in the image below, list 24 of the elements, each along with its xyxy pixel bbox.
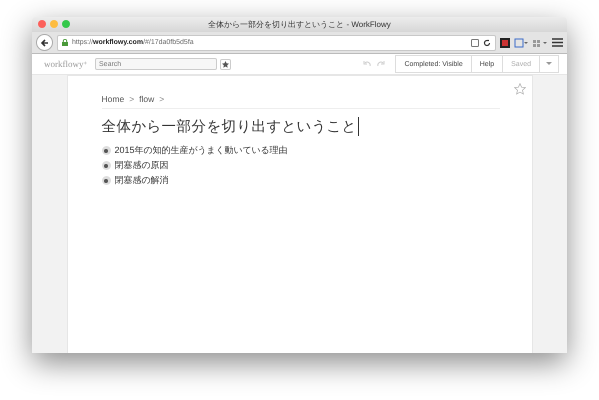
window-title: 全体から一部分を切り出すということ - WorkFlowy bbox=[208, 19, 391, 30]
reload-icon[interactable] bbox=[483, 38, 491, 46]
bullet-icon[interactable] bbox=[102, 146, 110, 155]
menu-icon[interactable] bbox=[552, 38, 563, 47]
arrow-left-icon bbox=[40, 38, 50, 48]
bullet-icon[interactable] bbox=[102, 176, 110, 185]
page-title[interactable]: 全体から一部分を切り出すということ bbox=[102, 117, 358, 136]
extension-icon[interactable] bbox=[500, 38, 510, 48]
caret-icon bbox=[546, 62, 552, 66]
list-item[interactable]: 2015年の知的生産がうまく動いている理由 bbox=[114, 144, 288, 157]
back-button[interactable] bbox=[36, 34, 53, 51]
breadcrumb-link[interactable]: Home bbox=[102, 94, 124, 104]
star-icon bbox=[222, 60, 230, 68]
translate-icon[interactable] bbox=[514, 38, 528, 48]
list-item[interactable]: 閉塞感の解消 bbox=[114, 174, 168, 187]
bullet-icon[interactable] bbox=[102, 161, 110, 170]
star-button[interactable] bbox=[220, 58, 232, 70]
breadcrumb-separator: > bbox=[159, 94, 164, 104]
breadcrumb-link[interactable]: flow bbox=[139, 94, 154, 104]
lock-icon bbox=[62, 39, 68, 46]
list-item[interactable]: 閉塞感の原因 bbox=[114, 159, 168, 172]
reader-icon[interactable] bbox=[471, 38, 479, 46]
close-button[interactable] bbox=[38, 20, 46, 28]
breadcrumb-separator: > bbox=[129, 94, 134, 104]
